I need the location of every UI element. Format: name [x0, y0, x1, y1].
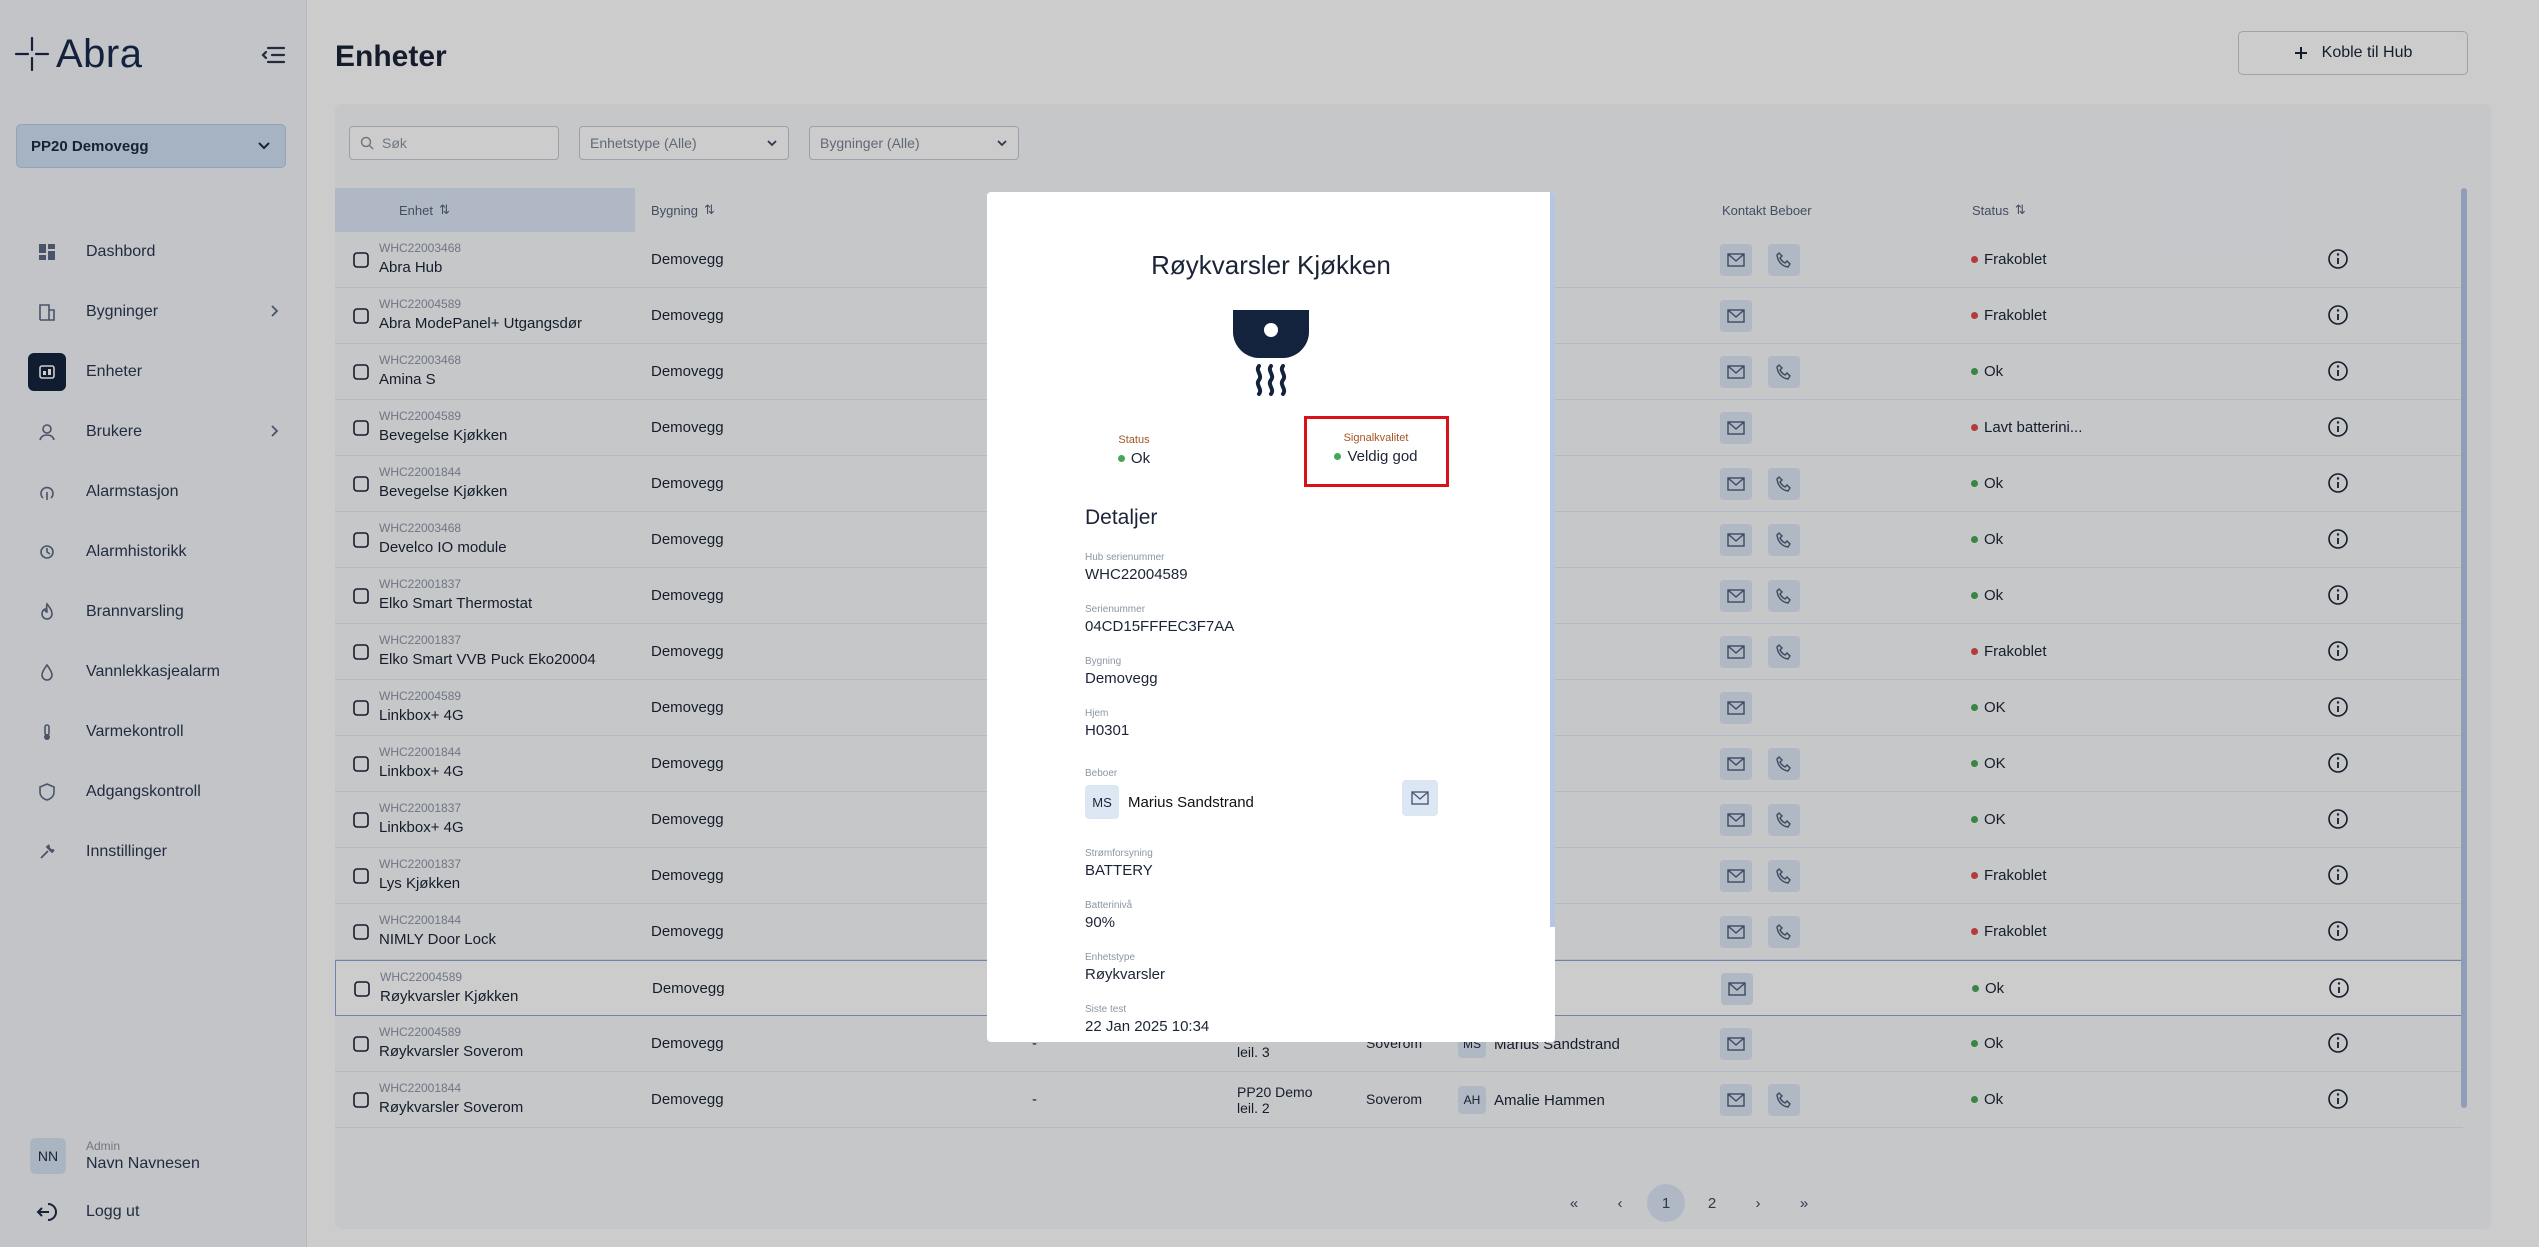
resident-name: Marius Sandstrand	[1128, 793, 1254, 811]
field-power-supply: Strømforsyning BATTERY	[1085, 848, 1153, 879]
field-value: 04CD15FFFEC3F7AA	[1085, 618, 1235, 635]
field-label: Strømforsyning	[1085, 848, 1153, 859]
field-label: Serienummer	[1085, 604, 1146, 615]
resident-field: Beboer MS Marius Sandstrand	[1085, 768, 1439, 819]
status-dot	[1117, 455, 1125, 462]
email-resident-button[interactable]	[1402, 780, 1438, 816]
field-battery-level: Batterinivå 90%	[1085, 900, 1132, 931]
field-label: Beboer	[1085, 768, 1118, 779]
field-value: WHC22004589	[1085, 566, 1188, 583]
signal-dot	[1334, 453, 1342, 460]
field-label: Hjem	[1085, 708, 1109, 719]
details-heading: Detaljer	[1085, 506, 1158, 529]
status-value: Ok	[1130, 450, 1151, 467]
field-label: Batterinivå	[1085, 900, 1133, 911]
field-label: Hub serienummer	[1085, 552, 1165, 563]
field-value: Demovegg	[1085, 670, 1158, 687]
field-building: Bygning Demovegg	[1085, 656, 1158, 687]
field-serial: Serienummer 04CD15FFFEC3F7AA	[1085, 604, 1234, 635]
field-value: Røykvarsler	[1085, 966, 1166, 983]
modal-title: Røykvarsler Kjøkken	[1151, 250, 1391, 280]
modal-status: Status Ok	[1094, 434, 1174, 467]
field-value: BATTERY	[1085, 862, 1153, 879]
field-device-type: Enhetstype Røykvarsler	[1085, 952, 1165, 983]
field-home: Hjem H0301	[1085, 708, 1129, 739]
field-label: Siste test	[1085, 1004, 1127, 1015]
field-label: Enhetstype	[1085, 952, 1136, 963]
smoke-detector-icon	[1229, 308, 1313, 409]
status-label: Status	[1118, 434, 1150, 446]
mail-icon	[1411, 791, 1429, 805]
field-value: 90%	[1085, 914, 1116, 931]
device-detail-modal: Røykvarsler Kjøkken Status Ok Signalkval…	[987, 192, 1555, 1042]
signal-value: Veldig god	[1347, 448, 1418, 465]
resident-avatar: MS	[1085, 785, 1119, 819]
field-value: 22 Jan 2025 10:34	[1085, 1018, 1210, 1035]
field-label: Bygning	[1085, 656, 1122, 667]
field-value: H0301	[1085, 722, 1130, 739]
signal-label: Signalkvalitet	[1343, 432, 1409, 444]
field-last-test: Siste test 22 Jan 2025 10:34	[1085, 1004, 1209, 1035]
modal-signal-quality: Signalkvalitet Veldig god	[1307, 432, 1445, 465]
modal-scrollbar[interactable]	[1550, 192, 1555, 927]
field-hub-serial: Hub serienummer WHC22004589	[1085, 552, 1188, 583]
